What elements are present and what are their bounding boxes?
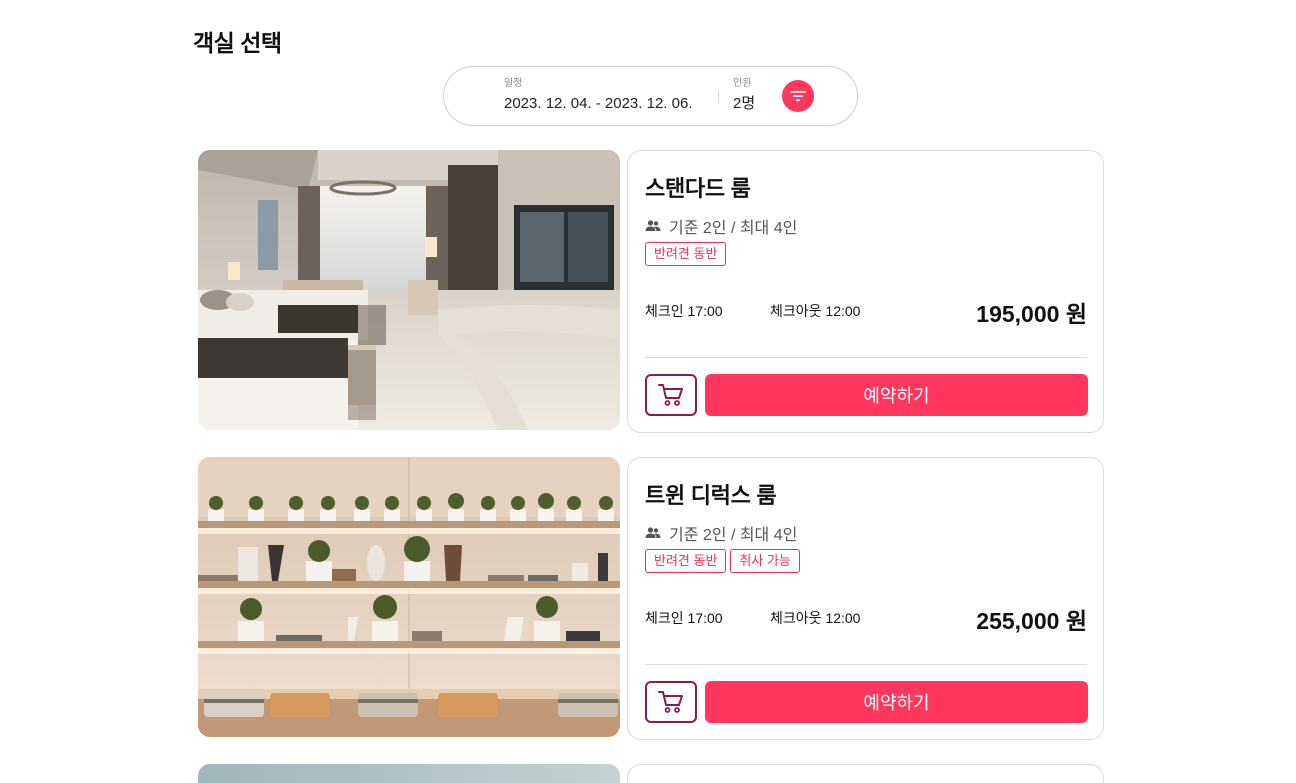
reserve-button[interactable]: 예약하기 — [705, 681, 1088, 723]
tag-pet: 반려견 동반 — [645, 242, 727, 266]
reserve-button[interactable]: 예약하기 — [705, 374, 1088, 416]
people-icon — [645, 220, 661, 231]
checkout-time: 체크아웃 12:00 — [770, 303, 861, 319]
room-capacity: 기준 2인 / 최대 4인 — [645, 521, 797, 545]
room-name: 트윈 디럭스 룸 — [645, 483, 777, 508]
room-card-standard: 스탠다드 룸 기준 2인 / 최대 4인 반려견 동반 체크인 17:00 체크… — [627, 150, 1104, 433]
search-divider — [718, 91, 719, 103]
capacity-text: 기준 2인 / 최대 4인 — [669, 527, 798, 544]
date-value: 2023. 12. 04. - 2023. 12. 06. — [504, 95, 693, 112]
room-tags: 반려견 동반 — [645, 242, 727, 266]
guest-value: 2명 — [733, 95, 756, 112]
room-name: 스탠다드 룸 — [645, 176, 751, 201]
card-divider — [645, 357, 1087, 358]
card-divider — [645, 664, 1087, 665]
add-to-cart-button[interactable] — [645, 681, 697, 723]
people-icon — [645, 527, 661, 538]
search-bar[interactable]: 일정 2023. 12. 04. - 2023. 12. 06. 인원 2명 — [443, 66, 858, 126]
tag-cooking: 취사 가능 — [730, 549, 800, 573]
room-price: 255,000 원 — [976, 608, 1087, 634]
room-card-third — [627, 764, 1104, 783]
room-image-third[interactable] — [198, 764, 620, 783]
checkin-time: 체크인 17:00 — [645, 610, 723, 626]
guest-field[interactable]: 인원 2명 — [733, 78, 755, 113]
cart-icon — [658, 384, 683, 406]
capacity-text: 기준 2인 / 최대 4인 — [669, 220, 798, 237]
room-capacity: 기준 2인 / 최대 4인 — [645, 214, 797, 238]
room-image-twin-deluxe[interactable] — [198, 457, 620, 737]
checkout-time: 체크아웃 12:00 — [770, 610, 861, 626]
guest-label: 인원 — [733, 78, 752, 89]
date-label: 일정 — [504, 78, 523, 89]
room-price: 195,000 원 — [976, 301, 1087, 327]
checkin-time: 체크인 17:00 — [645, 303, 723, 319]
room-photo — [198, 150, 620, 430]
room-photo — [198, 457, 620, 737]
date-field[interactable]: 일정 2023. 12. 04. - 2023. 12. 06. — [504, 78, 692, 113]
tag-pet: 반려견 동반 — [645, 549, 727, 573]
add-to-cart-button[interactable] — [645, 374, 697, 416]
filter-button[interactable] — [782, 80, 814, 112]
room-card-twin-deluxe: 트윈 디럭스 룸 기준 2인 / 최대 4인 반려견 동반 취사 가능 체크인 … — [627, 457, 1104, 740]
cart-icon — [658, 691, 683, 713]
room-photo — [198, 764, 620, 783]
page-title: 객실 선택 — [193, 30, 282, 56]
room-tags: 반려견 동반 취사 가능 — [645, 549, 800, 573]
filter-icon — [790, 91, 806, 102]
room-image-standard[interactable] — [198, 150, 620, 430]
